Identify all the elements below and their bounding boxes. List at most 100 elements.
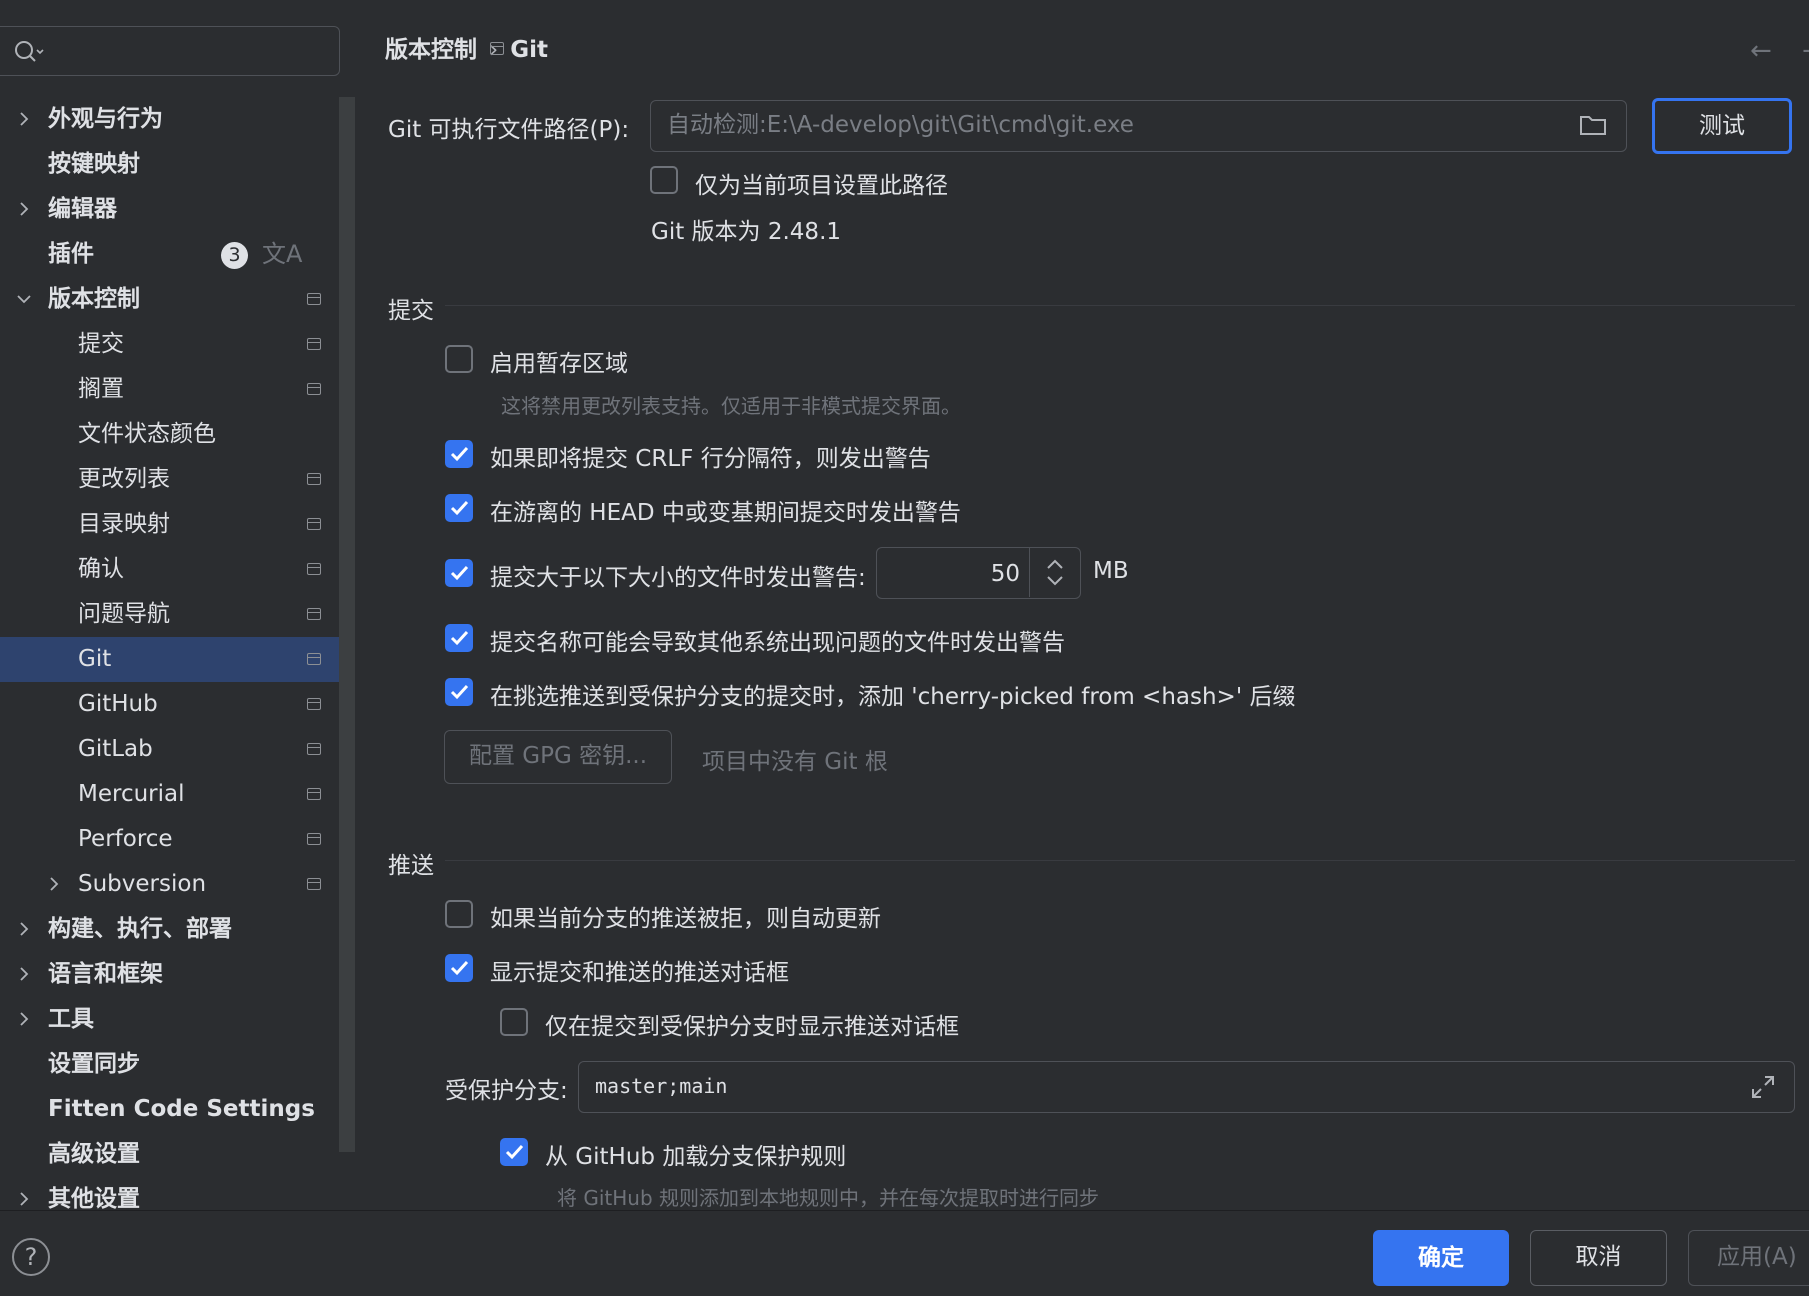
sidebar-item[interactable]: 版本控制 — [0, 277, 355, 322]
help-button[interactable]: ? — [12, 1238, 50, 1276]
sidebar-item-label: Fitten Code Settings — [48, 1096, 315, 1122]
sidebar-item-label: 搁置 — [78, 376, 124, 402]
protected-only-checkbox[interactable] — [500, 1008, 528, 1036]
pin-icon — [307, 833, 321, 845]
pin-icon — [307, 698, 321, 710]
checkmark-icon — [450, 960, 469, 976]
detached-head-checkbox[interactable] — [445, 494, 473, 522]
breadcrumb-current: Git — [510, 37, 548, 63]
sidebar-item[interactable]: 设置同步 — [0, 1042, 355, 1087]
sidebar-item[interactable]: 更改列表 — [0, 457, 355, 502]
checkmark-icon — [450, 565, 469, 581]
sidebar-item-label: GitHub — [78, 691, 158, 717]
cherry-pick-checkbox[interactable] — [445, 678, 473, 706]
sidebar-item[interactable]: Fitten Code Settings — [0, 1087, 355, 1132]
breadcrumb: 版本控制 › Git — [385, 30, 548, 64]
git-path-input[interactable]: 自动检测:E:\A-develop\git\Git\cmd\git.exe — [650, 100, 1627, 152]
large-file-checkbox[interactable] — [445, 559, 473, 587]
sidebar-item[interactable]: 高级设置 — [0, 1132, 355, 1177]
sidebar-item[interactable]: Perforce — [0, 817, 355, 862]
sidebar-item[interactable]: 确认 — [0, 547, 355, 592]
pin-icon — [307, 293, 321, 305]
protected-branches-input[interactable]: master;main — [578, 1061, 1795, 1113]
sidebar-item[interactable]: 按键映射 — [0, 142, 355, 187]
pin-icon — [307, 518, 321, 530]
sidebar-scrollbar[interactable] — [339, 97, 355, 1152]
sidebar-item-label: GitLab — [78, 736, 153, 762]
sidebar-item[interactable]: GitHub — [0, 682, 355, 727]
show-push-dialog-checkbox[interactable] — [445, 954, 473, 982]
back-arrow-icon[interactable]: ← — [1750, 36, 1772, 66]
settings-search-input[interactable] — [0, 26, 340, 76]
large-file-size-value[interactable]: 50 — [991, 548, 1020, 600]
sidebar-item[interactable]: GitLab — [0, 727, 355, 772]
chevron-right-icon[interactable] — [14, 97, 34, 142]
configure-gpg-button[interactable]: 配置 GPG 密钥... — [444, 730, 672, 784]
github-rules-checkbox[interactable] — [500, 1138, 528, 1166]
sidebar-item[interactable]: 插件 3 文A — [0, 232, 355, 277]
stepper-arrows-icon[interactable] — [1030, 548, 1080, 597]
large-file-label: 提交大于以下大小的文件时发出警告: — [490, 565, 866, 591]
pin-icon — [307, 653, 321, 665]
update-count-badge: 3 — [221, 242, 248, 269]
auto-update-checkbox[interactable] — [445, 900, 473, 928]
pin-icon — [307, 608, 321, 620]
sidebar-item[interactable]: 提交 — [0, 322, 355, 367]
sidebar-item-label: 版本控制 — [48, 286, 140, 312]
sidebar-item[interactable]: 构建、执行、部署 — [0, 907, 355, 952]
sidebar-item[interactable]: Subversion — [0, 862, 355, 907]
sidebar-item[interactable]: 工具 — [0, 997, 355, 1042]
ok-button[interactable]: 确定 — [1373, 1230, 1509, 1286]
checkmark-icon — [450, 630, 469, 646]
chevron-right-icon[interactable] — [14, 187, 34, 232]
git-version-text: Git 版本为 2.48.1 — [651, 219, 842, 245]
cherry-pick-label: 在挑选推送到受保护分支的提交时，添加 'cherry-picked from <… — [490, 684, 1296, 710]
sidebar-item[interactable]: 问题导航 — [0, 592, 355, 637]
folder-icon[interactable] — [1579, 113, 1607, 137]
staging-checkbox[interactable] — [445, 345, 473, 373]
chevron-down-icon[interactable] — [14, 277, 34, 322]
protected-only-label: 仅在提交到受保护分支时显示推送对话框 — [545, 1014, 959, 1040]
checkmark-icon — [505, 1144, 524, 1160]
pin-icon — [307, 563, 321, 575]
bad-names-checkbox[interactable] — [445, 624, 473, 652]
crlf-checkbox[interactable] — [445, 440, 473, 468]
settings-sidebar: 外观与行为 按键映射 编辑器 插件 3 文A 版本控制 提交 搁置 文件状态颜色 更改列表 目录映射确… — [0, 0, 355, 1212]
github-rules-label: 从 GitHub 加载分支保护规则 — [545, 1144, 847, 1170]
sidebar-item[interactable]: 语言和框架 — [0, 952, 355, 997]
sidebar-item-label: 问题导航 — [78, 601, 170, 627]
sidebar-item-label: 文件状态颜色 — [78, 421, 216, 447]
search-icon — [15, 41, 44, 62]
test-button[interactable]: 测试 — [1652, 98, 1792, 154]
expand-icon[interactable] — [1750, 1074, 1776, 1100]
chevron-right-icon[interactable] — [14, 907, 34, 952]
checkmark-icon — [450, 446, 469, 462]
stepper-buttons[interactable] — [1029, 548, 1080, 597]
cancel-button[interactable]: 取消 — [1530, 1230, 1667, 1286]
sidebar-item-label: 目录映射 — [78, 511, 170, 537]
sidebar-item-label: 提交 — [78, 331, 124, 357]
sidebar-item-label: Perforce — [78, 826, 173, 852]
sidebar-item[interactable]: 搁置 — [0, 367, 355, 412]
sidebar-item[interactable]: 外观与行为 — [0, 97, 355, 142]
sidebar-item[interactable]: Mercurial — [0, 772, 355, 817]
chevron-right-icon[interactable] — [14, 952, 34, 997]
sidebar-item[interactable]: 编辑器 — [0, 187, 355, 232]
chevron-right-icon[interactable] — [14, 997, 34, 1042]
translate-icon: 文A — [262, 240, 303, 268]
breadcrumb-parent[interactable]: 版本控制 — [385, 37, 477, 63]
sidebar-item[interactable]: Git — [0, 637, 355, 682]
sidebar-item[interactable]: 文件状态颜色 — [0, 412, 355, 457]
section-divider — [445, 860, 1795, 861]
sidebar-item-label: 外观与行为 — [48, 106, 163, 132]
crlf-label: 如果即将提交 CRLF 行分隔符，则发出警告 — [490, 446, 931, 472]
large-file-size-stepper[interactable]: 50 — [876, 547, 1081, 599]
apply-button[interactable]: 应用(A) — [1688, 1230, 1809, 1286]
chevron-right-icon[interactable] — [44, 862, 64, 907]
pin-icon — [490, 42, 504, 55]
forward-arrow-icon[interactable]: → — [1802, 36, 1809, 66]
sidebar-item[interactable]: 目录映射 — [0, 502, 355, 547]
project-only-checkbox[interactable] — [650, 166, 678, 194]
large-file-unit: MB — [1093, 558, 1129, 584]
project-only-label: 仅为当前项目设置此路径 — [695, 173, 948, 199]
